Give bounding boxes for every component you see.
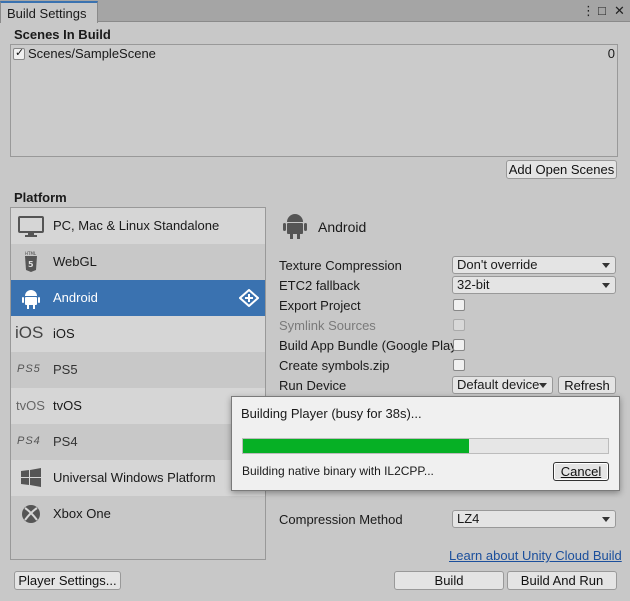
build-app-bundle-label: Build App Bundle (Google Play xyxy=(279,338,457,353)
build-progress-fill xyxy=(243,439,470,453)
platform-item-ps4[interactable]: PS4 PS4 xyxy=(11,424,265,460)
platform-label: PC, Mac & Linux Standalone xyxy=(53,218,220,233)
scene-checkbox[interactable] xyxy=(13,46,25,60)
export-project-label: Export Project xyxy=(279,298,361,313)
platform-item-webgl[interactable]: HTML 5 WebGL xyxy=(11,244,265,280)
run-device-dropdown[interactable]: Default device xyxy=(452,376,553,394)
platform-label: Universal Windows Platform xyxy=(53,470,216,485)
compression-method-dropdown[interactable]: LZ4 xyxy=(452,510,616,528)
player-settings-button[interactable]: Player Settings... xyxy=(14,571,121,590)
tvos-icon: tvOS xyxy=(16,398,45,413)
build-progress-bar xyxy=(242,438,609,454)
platform-label: PS4 xyxy=(53,434,78,449)
platform-item-xbox[interactable]: Xbox One xyxy=(11,496,265,532)
platform-label: Xbox One xyxy=(53,506,111,521)
tab-title: Build Settings xyxy=(7,6,87,21)
platform-item-android[interactable]: Android xyxy=(11,280,265,316)
chevron-down-icon xyxy=(602,517,610,522)
windows-icon xyxy=(21,468,41,487)
platform-label: tvOS xyxy=(53,398,82,413)
symlink-sources-label: Symlink Sources xyxy=(279,318,376,333)
android-icon xyxy=(22,290,40,309)
chevron-down-icon xyxy=(539,383,547,388)
etc2-fallback-label: ETC2 fallback xyxy=(279,278,360,293)
ios-icon: iOS xyxy=(15,323,44,342)
symlink-sources-checkbox xyxy=(453,319,465,331)
svg-text:HTML: HTML xyxy=(25,251,37,256)
platform-item-tvos[interactable]: tvOS tvOS xyxy=(11,388,265,424)
platform-item-standalone[interactable]: PC, Mac & Linux Standalone xyxy=(11,208,265,244)
scenes-heading: Scenes In Build xyxy=(14,27,111,42)
build-progress-dialog: Building Player (busy for 38s)... Buildi… xyxy=(231,396,620,491)
scenes-list[interactable]: Scenes/SampleScene 0 xyxy=(10,44,618,157)
build-app-bundle-checkbox[interactable] xyxy=(453,339,465,351)
monitor-icon xyxy=(18,216,44,237)
build-and-run-button[interactable]: Build And Run xyxy=(507,571,617,590)
platform-list: PC, Mac & Linux Standalone HTML 5 WebGL … xyxy=(10,207,266,560)
texture-compression-label: Texture Compression xyxy=(279,258,402,273)
ps5-icon: PS5 xyxy=(17,363,41,375)
platform-label: WebGL xyxy=(53,254,97,269)
dialog-status: Building native binary with IL2CPP... xyxy=(242,464,434,478)
export-project-checkbox[interactable] xyxy=(453,299,465,311)
cancel-button[interactable]: Cancel xyxy=(553,462,609,481)
platform-label: iOS xyxy=(53,326,75,341)
create-symbols-checkbox[interactable] xyxy=(453,359,465,371)
etc2-fallback-dropdown[interactable]: 32-bit xyxy=(452,276,616,294)
build-button[interactable]: Build xyxy=(394,571,504,590)
dialog-title: Building Player (busy for 38s)... xyxy=(241,406,422,421)
svg-text:5: 5 xyxy=(28,260,34,269)
platform-item-ios[interactable]: iOS iOS xyxy=(11,316,265,352)
add-open-scenes-button[interactable]: Add Open Scenes xyxy=(506,160,617,179)
android-icon xyxy=(283,214,307,239)
tab-build-settings[interactable]: Build Settings xyxy=(0,1,98,23)
chevron-down-icon xyxy=(602,283,610,288)
run-device-label: Run Device xyxy=(279,378,347,393)
platform-label: Android xyxy=(53,290,98,305)
scene-name: Scenes/SampleScene xyxy=(28,46,156,61)
create-symbols-label: Create symbols.zip xyxy=(279,358,390,373)
close-icon[interactable]: ✕ xyxy=(614,3,625,19)
compression-method-label: Compression Method xyxy=(279,512,403,527)
unity-logo-icon xyxy=(239,289,259,307)
selected-platform-title: Android xyxy=(318,219,367,235)
texture-compression-dropdown[interactable]: Don't override xyxy=(452,256,616,274)
kebab-menu-icon[interactable]: ⋮ xyxy=(582,3,595,19)
platform-item-ps5[interactable]: PS5 PS5 xyxy=(11,352,265,388)
unity-cloud-build-link[interactable]: Learn about Unity Cloud Build xyxy=(449,548,622,563)
ps4-icon: PS4 xyxy=(17,435,41,447)
platform-label: PS5 xyxy=(53,362,78,377)
scene-index: 0 xyxy=(607,46,615,61)
platform-item-uwp[interactable]: Universal Windows Platform xyxy=(11,460,265,496)
html5-icon: HTML 5 xyxy=(25,251,37,272)
maximize-icon[interactable]: □ xyxy=(598,3,606,19)
xbox-icon xyxy=(22,505,40,523)
platform-heading: Platform xyxy=(14,190,67,205)
refresh-button[interactable]: Refresh xyxy=(558,376,616,394)
scene-row[interactable]: Scenes/SampleScene 0 xyxy=(11,45,617,63)
chevron-down-icon xyxy=(602,263,610,268)
